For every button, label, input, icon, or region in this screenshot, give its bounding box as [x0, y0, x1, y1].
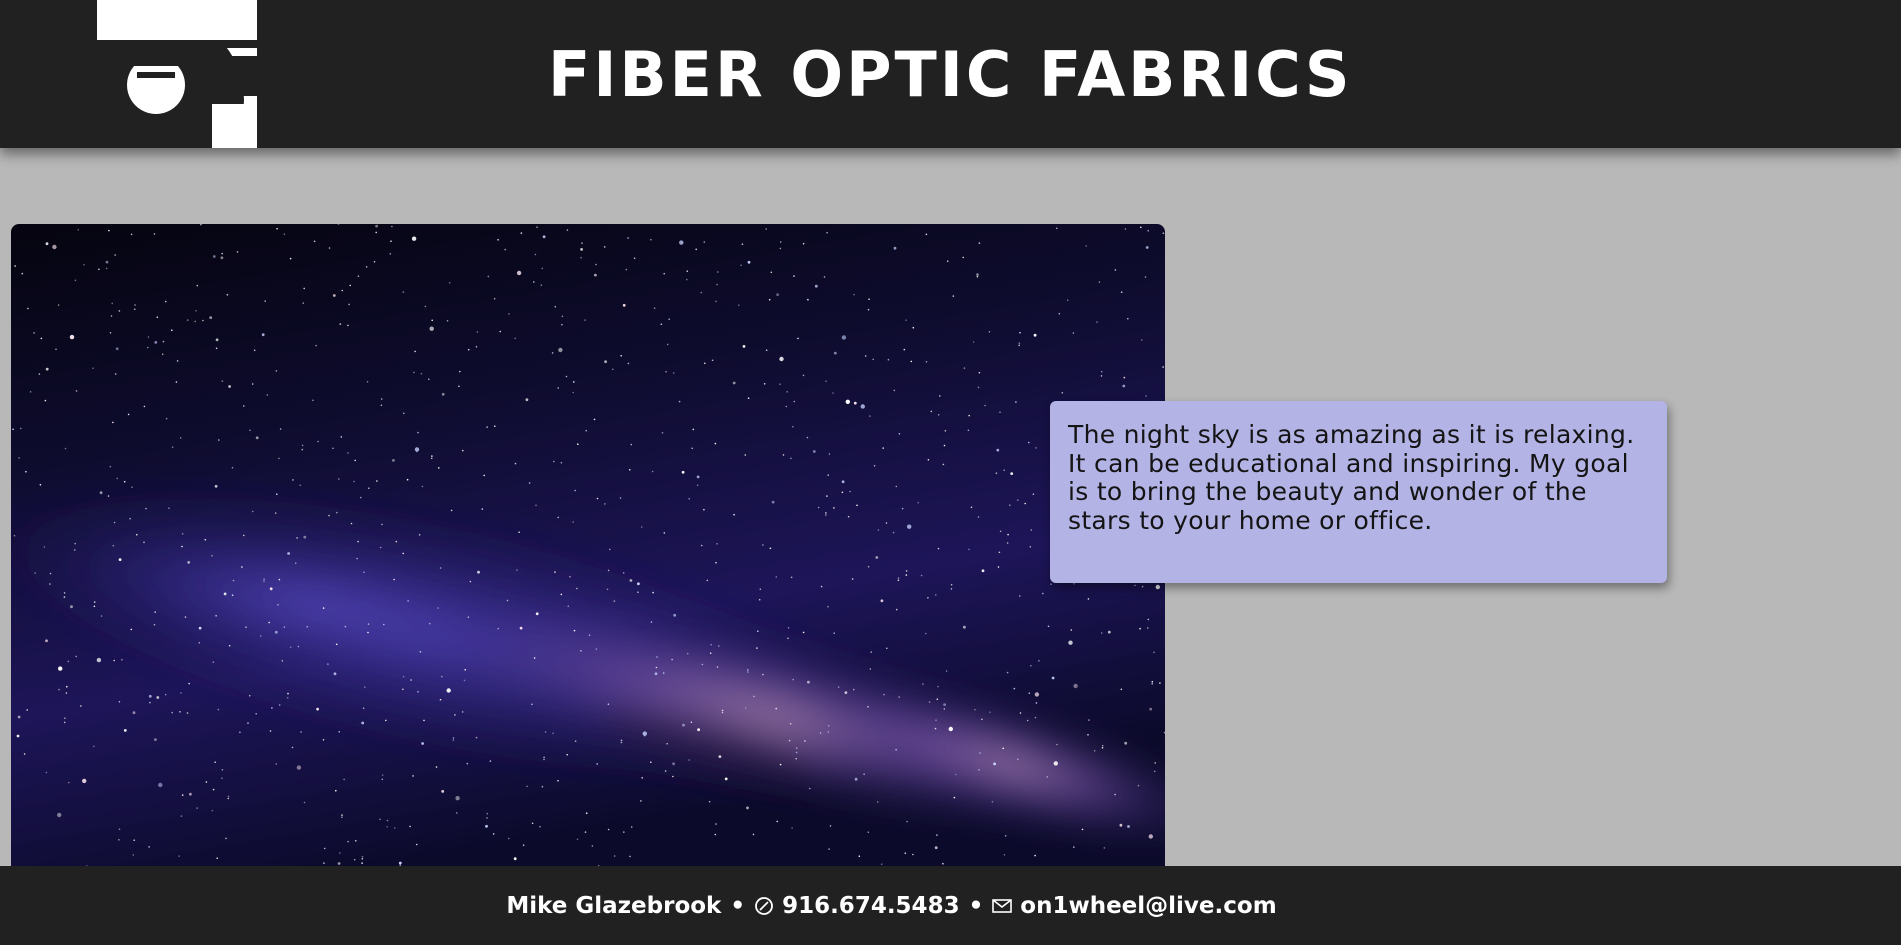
separator: •: [968, 892, 984, 919]
site-footer: Mike Glazebrook • 916.674.5483 • on1whee…: [0, 866, 1901, 945]
milky-way-image: [11, 224, 1165, 874]
separator: •: [730, 892, 746, 919]
site-logo[interactable]: [47, 0, 297, 148]
hero-image: [11, 224, 1165, 874]
contact-name: Mike Glazebrook: [506, 892, 722, 919]
phone-icon: [754, 896, 774, 916]
mail-icon: [992, 898, 1013, 914]
site-title: FIBER OPTIC FABRICS: [548, 38, 1353, 111]
info-card-text: The night sky is as amazing as it is rel…: [1068, 420, 1635, 535]
phone-link[interactable]: 916.674.5483: [782, 893, 960, 919]
info-card: The night sky is as amazing as it is rel…: [1050, 401, 1667, 583]
contact-line: Mike Glazebrook • 916.674.5483 • on1whee…: [506, 893, 1276, 919]
site-header: FIBER OPTIC FABRICS: [0, 0, 1901, 148]
email-link[interactable]: on1wheel@live.com: [1020, 893, 1276, 919]
